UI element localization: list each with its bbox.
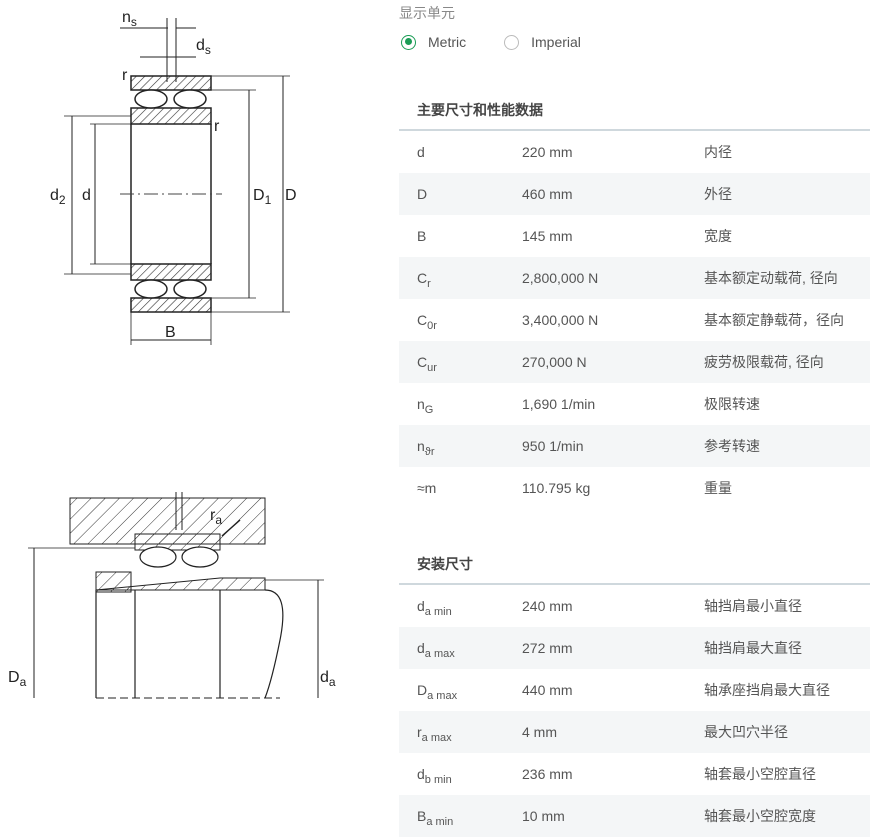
table-row: D 460 mm 外径 — [399, 173, 870, 215]
row-symbol: da max — [417, 640, 455, 660]
radio-metric-label[interactable]: Metric — [428, 34, 466, 50]
row-description: 参考转速 — [704, 438, 760, 454]
row-value: 4 mm — [522, 724, 557, 740]
row-description: 内径 — [704, 144, 732, 160]
table-row: C0r 3,400,000 N 基本额定静载荷，径向 — [399, 299, 870, 341]
row-value: 270,000 N — [522, 354, 587, 370]
row-value: 272 mm — [522, 640, 573, 656]
row-symbol: Da max — [417, 682, 458, 702]
row-symbol: db min — [417, 766, 452, 786]
label-r-top: r — [122, 67, 128, 84]
svg-text:da: da — [320, 669, 336, 689]
row-value: 145 mm — [522, 228, 573, 244]
row-description: 轴承座挡肩最大直径 — [704, 682, 830, 698]
table-row: da min 240 mm 轴挡肩最小直径 — [399, 585, 870, 627]
row-value: 950 1/min — [522, 438, 584, 454]
mount-dims-table: da min 240 mm 轴挡肩最小直径 da max 272 mm 轴挡肩最大直径 Da… — [399, 585, 870, 837]
mount-dims-title: 安装尺寸 — [417, 556, 473, 572]
row-description: 重量 — [704, 480, 732, 496]
units-radio-group: Metric Imperial — [401, 34, 619, 50]
row-value: 220 mm — [522, 144, 573, 160]
mounting-drawing: ra Da da — [8, 492, 336, 699]
label-da: d — [320, 669, 329, 686]
row-symbol: C0r — [417, 312, 437, 332]
row-symbol: Cr — [417, 270, 431, 290]
row-symbol: Ba min — [417, 808, 454, 828]
label-B: B — [165, 324, 176, 341]
main-dims-table: d 220 mm 内径 D 460 mm 外径 B 145 mm 宽度 Cr 2,800,000 N… — [399, 131, 870, 509]
row-description: 轴挡肩最小直径 — [704, 598, 802, 614]
radio-imperial-indicator[interactable] — [504, 34, 520, 50]
row-description: 轴套最小空腔直径 — [704, 766, 816, 782]
row-symbol: B — [417, 228, 427, 244]
row-value: 2,800,000 N — [522, 270, 599, 286]
row-description: 基本额定静载荷，径向 — [704, 312, 844, 328]
row-value: 240 mm — [522, 598, 573, 614]
table-row: nG 1,690 1/min 极限转速 — [399, 383, 870, 425]
svg-text:ds: ds — [196, 37, 211, 57]
label-d2: d — [50, 187, 59, 204]
row-value: 10 mm — [522, 808, 565, 824]
label-Da: D — [8, 669, 20, 686]
table-row: da max 272 mm 轴挡肩最大直径 — [399, 627, 870, 669]
radio-imperial-label[interactable]: Imperial — [531, 34, 581, 50]
row-value: 236 mm — [522, 766, 573, 782]
row-symbol: D — [417, 186, 428, 202]
row-symbol: da min — [417, 598, 452, 618]
table-row: B 145 mm 宽度 — [399, 215, 870, 257]
radio-imperial[interactable]: Imperial — [504, 34, 581, 50]
table-row: Ba min 10 mm 轴套最小空腔宽度 — [399, 795, 870, 837]
row-description: 轴套最小空腔宽度 — [704, 808, 816, 824]
row-description: 极限转速 — [704, 396, 760, 412]
row-symbol: ≈m — [417, 480, 437, 496]
radio-metric[interactable]: Metric — [401, 34, 466, 50]
table-row: db min 236 mm 轴套最小空腔直径 — [399, 753, 870, 795]
label-D1: D — [253, 187, 265, 204]
row-value: 110.795 kg — [522, 480, 591, 496]
label-r-inner: r — [214, 118, 220, 135]
label-ds: d — [196, 37, 205, 54]
row-value: 440 mm — [522, 682, 573, 698]
row-value: 1,690 1/min — [522, 396, 596, 412]
svg-text:ns: ns — [122, 9, 137, 29]
row-symbol: d — [417, 144, 425, 160]
radio-metric-indicator[interactable] — [401, 34, 416, 50]
drawings-area: ns ds r r d2 d D1 D B ra Da da — [0, 0, 390, 823]
table-row: d 220 mm 内径 — [399, 131, 870, 173]
row-description: 宽度 — [704, 228, 732, 244]
label-d: d — [82, 187, 91, 204]
table-row: ra max 4 mm 最大凹穴半径 — [399, 711, 870, 753]
table-row: Cur 270,000 N 疲劳极限载荷, 径向 — [399, 341, 870, 383]
svg-text:D1: D1 — [253, 187, 272, 207]
svg-text:d2: d2 — [50, 187, 66, 207]
svg-text:Da: Da — [8, 669, 27, 689]
label-D: D — [285, 187, 297, 204]
row-value: 460 mm — [522, 186, 573, 202]
units-title: 显示单元 — [399, 5, 455, 21]
main-dims-title: 主要尺寸和性能数据 — [417, 102, 543, 118]
row-description: 疲劳极限载荷, 径向 — [704, 354, 824, 370]
table-row: Cr 2,800,000 N 基本额定动载荷, 径向 — [399, 257, 870, 299]
label-ns: n — [122, 9, 131, 26]
row-symbol: ra max — [417, 724, 452, 744]
row-description: 基本额定动载荷, 径向 — [704, 270, 838, 286]
row-symbol: nG — [417, 396, 434, 416]
table-row: Da max 440 mm 轴承座挡肩最大直径 — [399, 669, 870, 711]
row-value: 3,400,000 N — [522, 312, 599, 328]
row-description: 轴挡肩最大直径 — [704, 640, 802, 656]
table-row: ≈m 110.795 kg 重量 — [399, 467, 870, 509]
row-symbol: nϑr — [417, 438, 435, 458]
row-description: 外径 — [704, 186, 732, 202]
table-row: nϑr 950 1/min 参考转速 — [399, 425, 870, 467]
bearing-section-drawing: ns ds r r d2 d D1 D B — [50, 9, 297, 345]
row-symbol: Cur — [417, 354, 437, 374]
row-description: 最大凹穴半径 — [704, 724, 788, 740]
